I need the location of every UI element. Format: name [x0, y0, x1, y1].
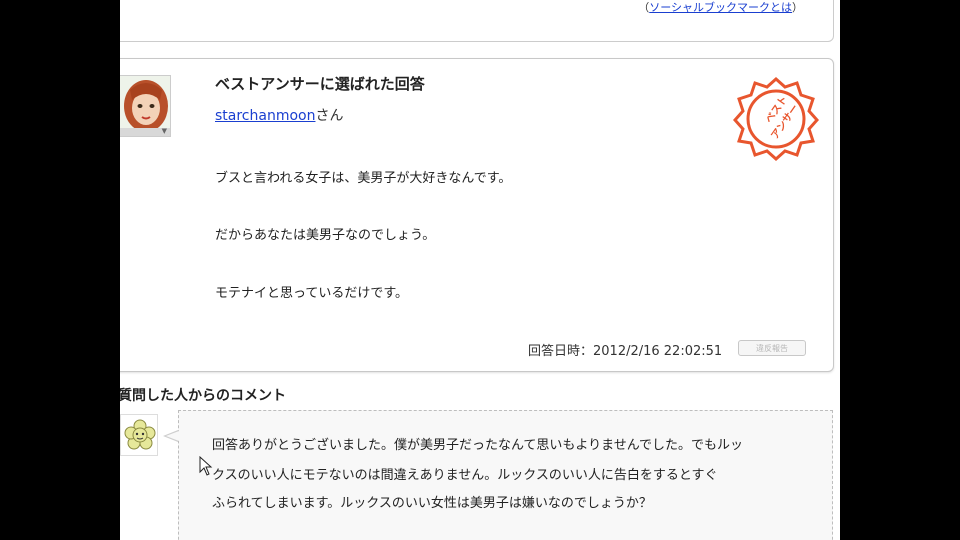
best-answer-title: ベストアンサーに選ばれた回答	[215, 75, 425, 93]
answerer-name: starchanmoonさん	[215, 105, 343, 125]
answerer-link[interactable]: starchanmoon	[215, 108, 315, 124]
comment-text-line: ふられてしまいます。ルックスのいい女性は美男子は嫌いなのでしょうか？	[212, 496, 652, 511]
best-answer-box: ▼ ベストアンサーに選ばれた回答 starchanmoonさん ブスと言われる女…	[120, 58, 834, 372]
comment-text-line: クスのいい人にモテないのは間違えありません。ルックスのいい人に告白をするとすぐ	[212, 468, 718, 483]
social-bookmark-link-wrapper: （ソーシャルブックマークとは）	[638, 0, 803, 15]
best-answer-stamp-icon: ベスト アンサー	[733, 76, 819, 161]
social-bookmark-box: （ソーシャルブックマークとは）	[120, 0, 834, 42]
answer-text-line: ブスと言われる女子は、美男子が大好きなんです。	[215, 171, 512, 186]
answer-text-line: モテナイと思っているだけです。	[215, 286, 409, 301]
comment-heading: 質問した人からのコメント	[120, 388, 286, 404]
honorific: さん	[315, 108, 344, 124]
comment-text-line: 回答ありがとうございました。僕が美男子だったなんて思いもよりませんでした。でもル…	[212, 438, 744, 453]
answer-date: 回答日時：2012/2/16 22:02:51	[528, 344, 723, 359]
paren-close: ）	[792, 1, 803, 14]
mouse-cursor-icon	[199, 456, 213, 476]
answer-text-line: だからあなたは美男子なのでしょう。	[215, 228, 436, 243]
qa-page: （ソーシャルブックマークとは） ▼ ベストアンサーに選ばれた回答 starcha…	[120, 0, 840, 540]
report-button[interactable]: 違反報告	[738, 340, 806, 356]
flower-avatar-icon	[124, 419, 156, 450]
dropdown-caret-icon: ▼	[161, 127, 167, 135]
answerer-avatar[interactable]: ▼	[120, 75, 171, 137]
questioner-avatar[interactable]	[120, 414, 158, 456]
paren-open: （	[638, 1, 650, 14]
social-bookmark-link[interactable]: ソーシャルブックマークとは	[649, 1, 792, 14]
bubble-tail-inner	[166, 431, 179, 441]
